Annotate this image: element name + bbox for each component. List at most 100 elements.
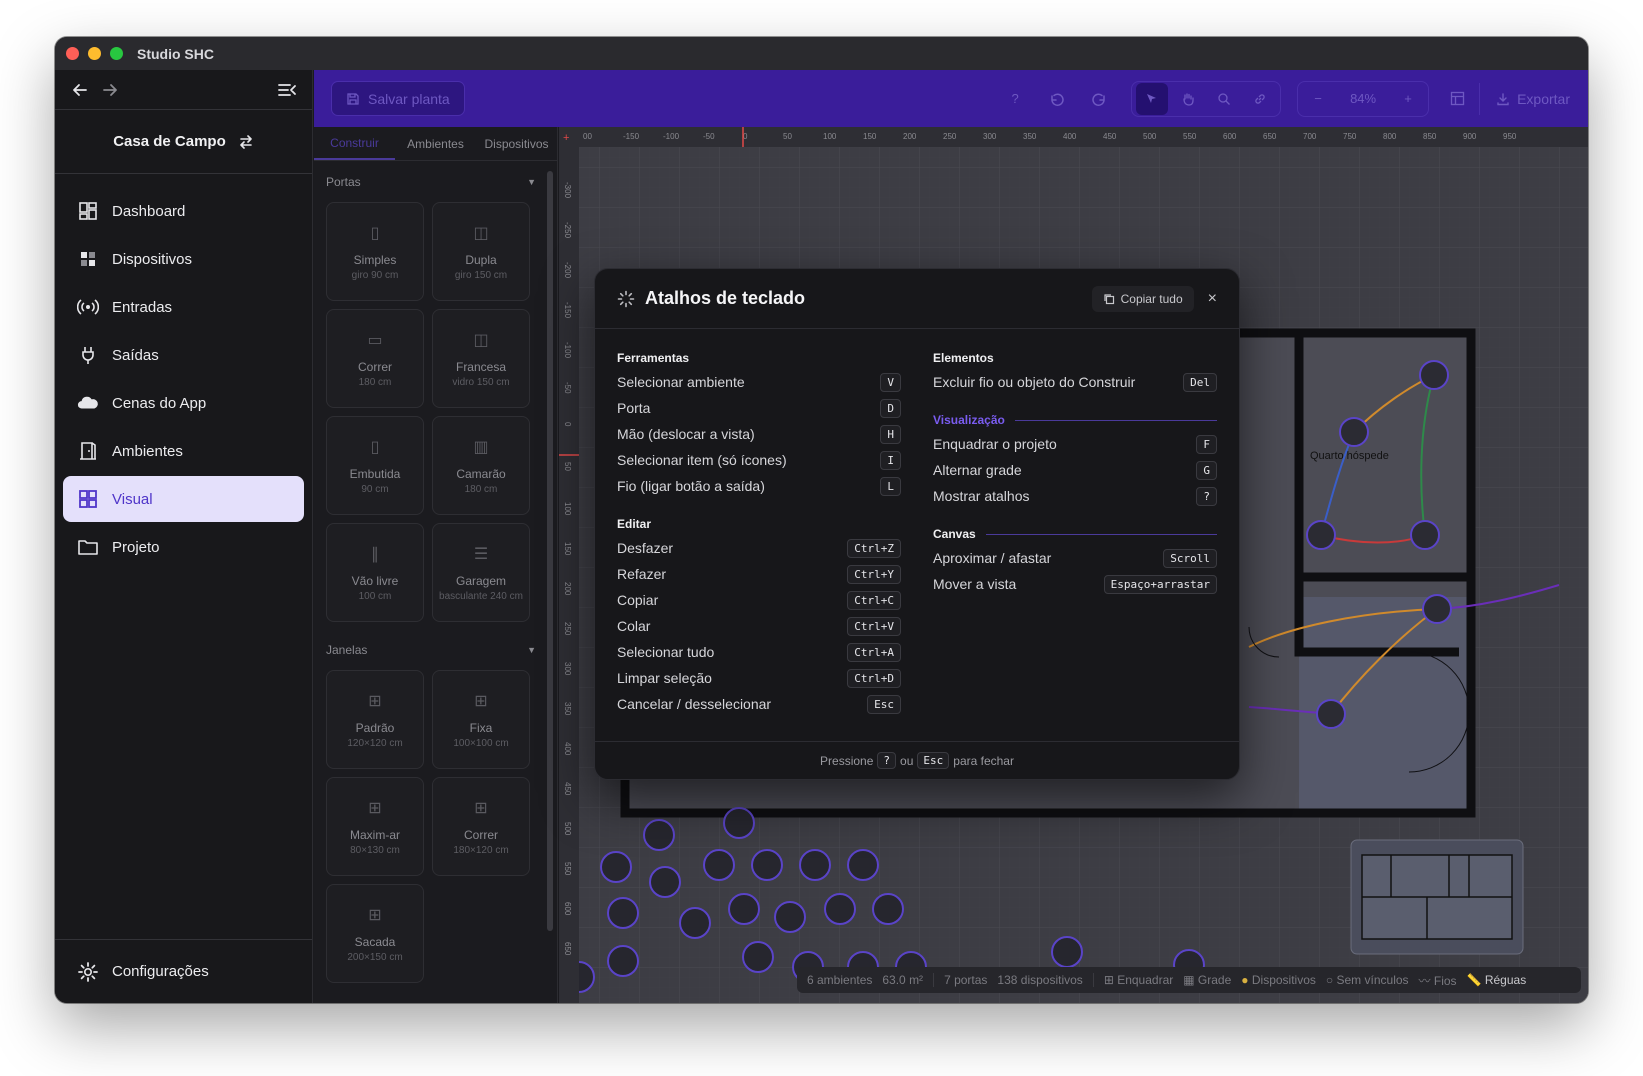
export-button[interactable]: Exportar: [1496, 91, 1570, 107]
window-card-maxim-ar[interactable]: ⊞ Maxim-ar 80×130 cm: [326, 777, 424, 876]
help-button[interactable]: ?: [999, 83, 1031, 115]
card-subtitle: 180 cm: [464, 483, 498, 495]
windows-heading: Janelas: [326, 643, 368, 657]
shortcut-label: Refazer: [617, 566, 667, 582]
dialog-footer: Pressione ? ou Esc para fechar: [595, 741, 1239, 779]
forward-button[interactable]: [95, 75, 125, 105]
door-card-dupla[interactable]: ◫ Dupla giro 150 cm: [432, 202, 530, 301]
window-card-fixa[interactable]: ⊞ Fixa 100×100 cm: [432, 670, 530, 769]
card-subtitle: 200×150 cm: [347, 951, 403, 963]
zoom-tool-button[interactable]: [1208, 83, 1240, 115]
select-tool-button[interactable]: [1136, 82, 1169, 115]
collapse-sidebar-button[interactable]: [272, 75, 302, 105]
magnifier-icon: [1218, 92, 1231, 105]
menu-collapse-icon: [278, 83, 296, 96]
redo-button[interactable]: [1083, 83, 1115, 115]
wires-toggle[interactable]: 〰 Fios: [1419, 972, 1457, 989]
door-card-embutida[interactable]: ▯ Embutida 90 cm: [326, 416, 424, 515]
minimap[interactable]: [1350, 839, 1524, 955]
sidebar-item-cenas[interactable]: Cenas do App: [63, 380, 304, 426]
section-heading-text: Editar: [617, 517, 652, 531]
layout-button[interactable]: [1441, 83, 1473, 115]
ruler-y-label: -250: [563, 222, 572, 239]
zoom-out-button[interactable]: −: [1302, 83, 1334, 115]
window-card-padrao[interactable]: ⊞ Padrão 120×120 cm: [326, 670, 424, 769]
ruler-y-label: -100: [563, 342, 572, 359]
tab-ambientes[interactable]: Ambientes: [395, 127, 476, 160]
card-subtitle: 100×100 cm: [453, 737, 509, 749]
footer-text: ou: [900, 753, 914, 768]
doors-grid-row3: ▯ Embutida 90 cm ▥ Camarão 180 cm: [326, 416, 536, 515]
door-card-camarao[interactable]: ▥ Camarão 180 cm: [432, 416, 530, 515]
dialog-header: Atalhos de teclado Copiar tudo ×: [595, 269, 1239, 329]
back-button[interactable]: [65, 75, 95, 105]
close-window-button[interactable]: [66, 47, 79, 60]
sidebar-item-label: Dashboard: [112, 202, 186, 220]
cursor-icon: [1147, 93, 1157, 103]
sidebar-item-saidas[interactable]: Saídas: [63, 332, 304, 378]
sidebar-item-dispositivos[interactable]: Dispositivos: [63, 236, 304, 282]
devices-toggle[interactable]: ● Dispositivos: [1241, 973, 1316, 987]
sidebar-item-entradas[interactable]: Entradas: [63, 284, 304, 330]
project-switcher[interactable]: Casa de Campo: [55, 110, 312, 174]
ruler-y-label: 650: [563, 942, 572, 956]
sidebar-item-projeto[interactable]: Projeto: [63, 524, 304, 570]
maximize-window-button[interactable]: [110, 47, 123, 60]
close-dialog-button[interactable]: ×: [1208, 290, 1217, 308]
door-card-simples[interactable]: ▯ Simples giro 90 cm: [326, 202, 424, 301]
section-heading-text: Canvas: [933, 527, 976, 541]
ruler-x-label: 250: [943, 132, 957, 141]
door-card-francesa[interactable]: ◫ Francesa vidro 150 cm: [432, 309, 530, 408]
export-label: Exportar: [1517, 90, 1570, 107]
ruler-y-label: 200: [563, 582, 572, 596]
shortcut-label: Enquadrar o projeto: [933, 436, 1057, 452]
door-card-garagem[interactable]: ☰ Garagem basculante 240 cm: [432, 523, 530, 622]
windows-section-header[interactable]: Janelas ▼: [326, 630, 536, 670]
door-pocket-icon: ▯: [370, 438, 380, 456]
door-card-correr[interactable]: ▭ Correr 180 cm: [326, 309, 424, 408]
rulers-toggle[interactable]: 📏 Réguas: [1467, 973, 1527, 987]
window-icon: ⊞: [368, 692, 382, 710]
shortcut-section-heading: Visualização: [933, 409, 1217, 431]
sidebar-item-visual[interactable]: Visual: [63, 476, 304, 522]
grid-toggle[interactable]: ▦ Grade: [1183, 973, 1231, 987]
window-card-correr[interactable]: ⊞ Correr 180×120 cm: [432, 777, 530, 876]
fit-toggle[interactable]: ⊞ Enquadrar: [1104, 973, 1173, 987]
room-count: 6 ambientes: [807, 973, 873, 987]
sidebar-item-dashboard[interactable]: Dashboard: [63, 188, 304, 234]
minimize-window-button[interactable]: [88, 47, 101, 60]
undo-button[interactable]: [1041, 83, 1073, 115]
status-divider: [1092, 973, 1094, 987]
room-label: Quarto hóspede: [1310, 450, 1389, 462]
copy-all-label: Copiar tudo: [1120, 291, 1183, 306]
wire-tool-button[interactable]: [1244, 83, 1276, 115]
tab-construir[interactable]: Construir: [314, 127, 395, 160]
links-toggle[interactable]: ○ Sem vínculos: [1326, 973, 1409, 987]
shortcut-row: Aproximar / afastar Scroll: [933, 545, 1217, 571]
shortcuts-column-right: Elementos Excluir fio ou objeto do Constr…: [933, 343, 1217, 727]
sidebar-item-ambientes[interactable]: Ambientes: [63, 428, 304, 474]
shortcut-row: Copiar Ctrl+C: [617, 587, 901, 613]
shortcut-row: Selecionar ambiente V: [617, 369, 901, 395]
shortcut-row: Limpar seleção Ctrl+D: [617, 665, 901, 691]
shortcut-key: Esc: [867, 694, 901, 714]
ruler-x-label: -150: [623, 132, 640, 141]
section-heading-text: Ferramentas: [617, 351, 690, 365]
copy-all-button[interactable]: Copiar tudo: [1091, 285, 1194, 312]
redo-icon: [1092, 93, 1105, 106]
door-card-vao-livre[interactable]: ∥ Vão livre 100 cm: [326, 523, 424, 622]
hand-tool-button[interactable]: [1172, 83, 1204, 115]
card-title: Camarão: [456, 466, 506, 481]
ruler-x-label: 200: [903, 132, 917, 141]
doors-section-header[interactable]: Portas ▼: [326, 162, 536, 202]
tab-dispositivos[interactable]: Dispositivos: [476, 127, 557, 160]
zoom-in-button[interactable]: +: [1392, 83, 1424, 115]
ruler-x-label: 700: [1303, 132, 1317, 141]
shortcut-row: Cancelar / desselecionar Esc: [617, 691, 901, 717]
window-card-sacada[interactable]: ⊞ Sacada 200×150 cm: [326, 884, 424, 983]
save-plan-button[interactable]: Salvar planta: [331, 81, 465, 116]
swap-icon: [239, 134, 252, 149]
settings-button[interactable]: Configurações: [55, 939, 312, 1003]
panel-scrollbar[interactable]: [547, 171, 553, 931]
card-subtitle: vidro 150 cm: [452, 376, 510, 388]
